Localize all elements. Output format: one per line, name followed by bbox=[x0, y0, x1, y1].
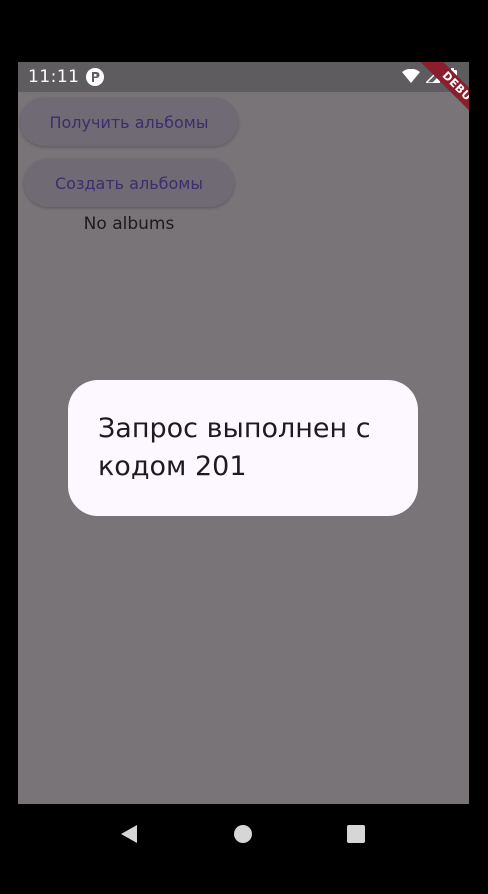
navigation-bar bbox=[18, 804, 469, 864]
home-icon[interactable] bbox=[234, 825, 252, 843]
status-bar: 11:11 bbox=[18, 62, 469, 92]
get-albums-button[interactable]: Получить альбомы bbox=[20, 98, 238, 146]
app-notification-icon bbox=[86, 68, 104, 86]
response-dialog: Запрос выполнен с кодом 201 bbox=[68, 380, 418, 516]
create-albums-button[interactable]: Создать альбомы bbox=[24, 159, 234, 207]
status-time: 11:11 bbox=[28, 67, 80, 87]
empty-state-text: No albums bbox=[83, 214, 175, 234]
recents-icon[interactable] bbox=[347, 825, 365, 843]
dialog-message: Запрос выполнен с кодом 201 bbox=[98, 413, 371, 482]
back-icon[interactable] bbox=[119, 824, 139, 844]
app-screen: 11:11 DEBUG Получить альбомы Создать аль… bbox=[18, 62, 469, 804]
wifi-icon bbox=[402, 69, 420, 83]
